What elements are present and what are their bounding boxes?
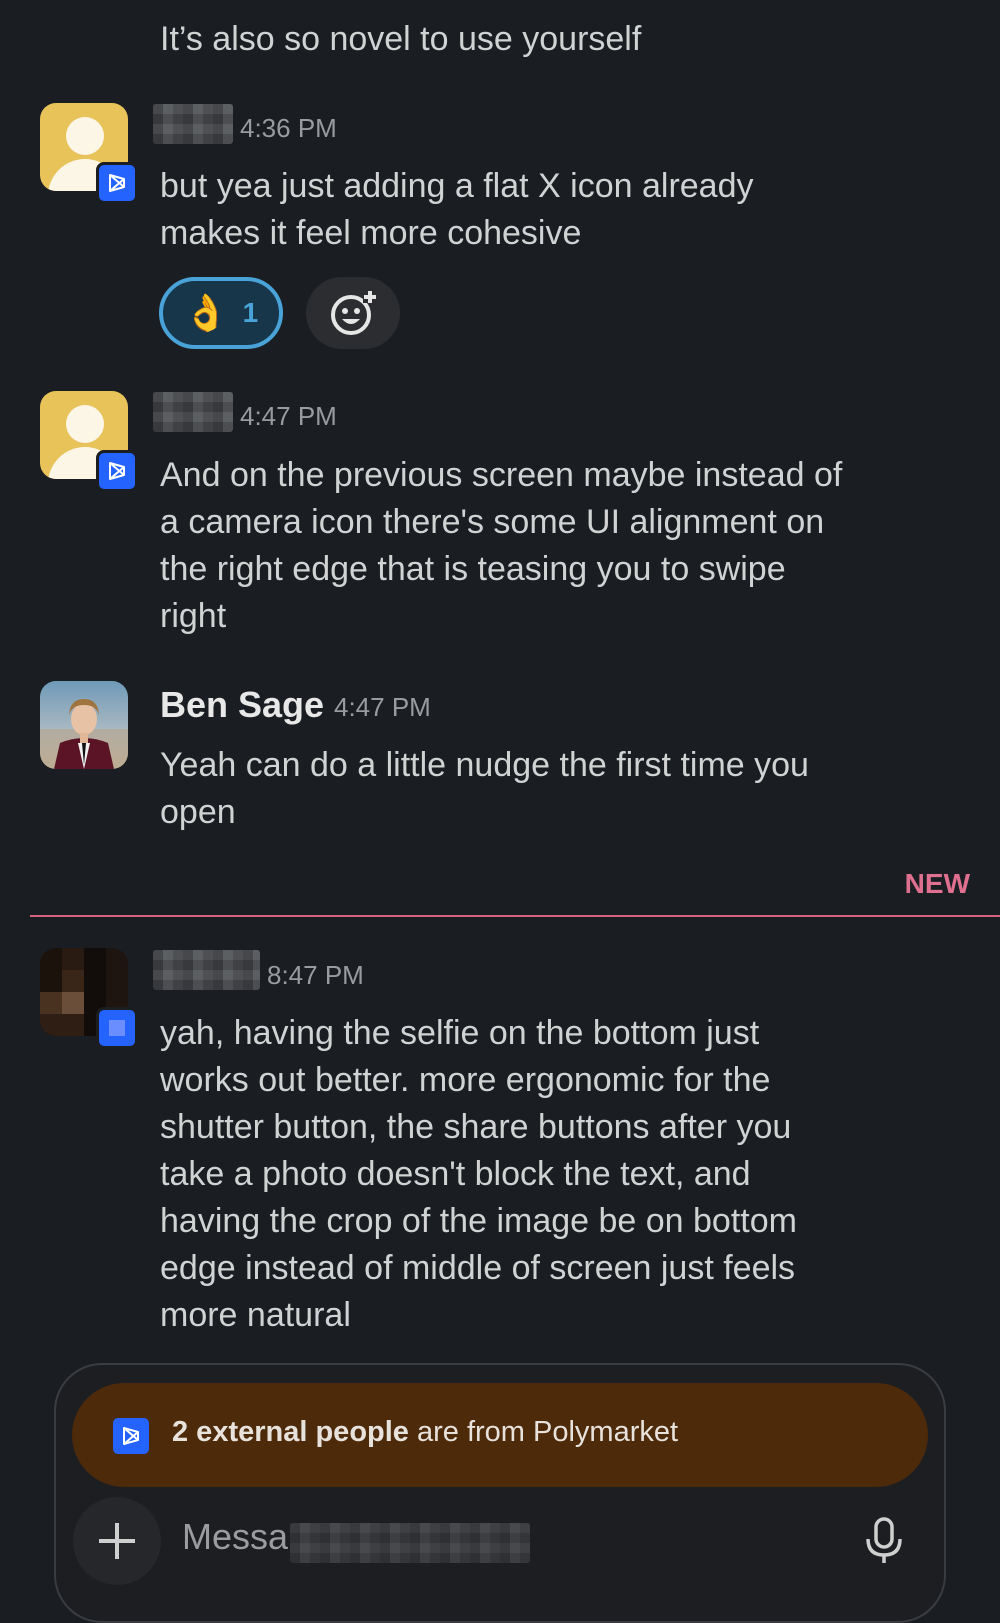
message-text: but yea just adding a flat X icon alread… xyxy=(160,167,754,252)
sender-name[interactable]: Ben Sage xyxy=(160,684,324,726)
add-emoji-icon xyxy=(331,289,377,335)
message-time[interactable]: 4:47 PM xyxy=(334,692,431,723)
add-attachment-button[interactable] xyxy=(73,1497,161,1585)
message-text: It’s also so novel to use yourself xyxy=(160,20,642,58)
sender-name-redacted[interactable] xyxy=(153,392,233,432)
reaction-pill[interactable]: 👌 1 xyxy=(159,277,283,349)
external-people-banner[interactable]: 2 external people are from Polymarket xyxy=(72,1383,928,1487)
new-messages-divider xyxy=(30,915,1000,917)
message-time[interactable]: 4:36 PM xyxy=(240,113,337,144)
add-reaction-button[interactable] xyxy=(306,277,400,349)
message-time[interactable]: 8:47 PM xyxy=(267,960,364,991)
message-text: yah, having the selfie on the bottom jus… xyxy=(160,1014,797,1334)
external-org-badge-icon xyxy=(96,1007,138,1049)
message-time[interactable]: 4:47 PM xyxy=(240,401,337,432)
placeholder-redacted xyxy=(290,1523,530,1563)
voice-record-button[interactable] xyxy=(862,1517,906,1565)
microphone-icon xyxy=(866,1517,902,1563)
ok-hand-emoji: 👌 xyxy=(183,292,229,333)
message-text: And on the previous screen maybe instead… xyxy=(160,456,843,635)
external-org-badge-icon xyxy=(96,450,138,492)
external-org-badge-icon xyxy=(96,162,138,204)
reaction-count: 1 xyxy=(242,297,259,328)
message-input[interactable]: Messa xyxy=(182,1516,288,1558)
sender-name-redacted[interactable] xyxy=(153,950,260,990)
banner-text: 2 external people are from Polymarket xyxy=(172,1416,679,1448)
sender-name-redacted[interactable] xyxy=(153,104,233,144)
message-text: Yeah can do a little nudge the first tim… xyxy=(160,746,809,831)
plus-icon xyxy=(99,1523,135,1559)
new-messages-label: NEW xyxy=(904,868,970,899)
external-org-badge-icon xyxy=(110,1415,152,1457)
avatar-ben-sage[interactable] xyxy=(40,681,128,769)
